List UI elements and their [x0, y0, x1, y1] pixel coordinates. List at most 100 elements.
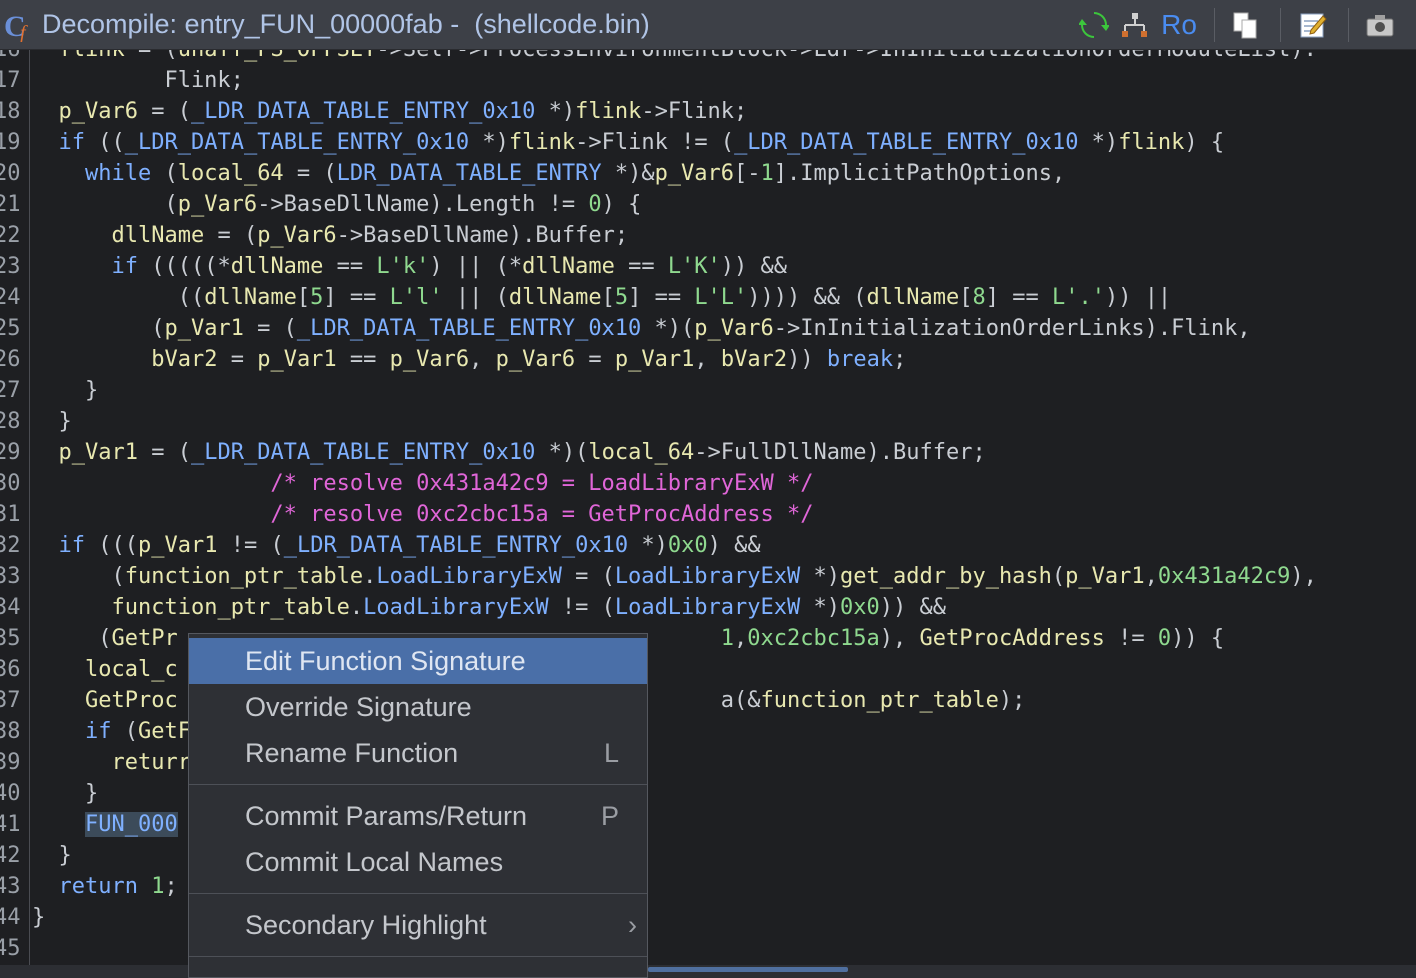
- title-bar: C f Decompile: entry_FUN_00000fab - (she…: [0, 0, 1416, 50]
- edit-icon[interactable]: [1296, 8, 1330, 42]
- code-text[interactable]: flink = (unaff_FS_OFFSET->Self->ProcessE…: [32, 50, 1317, 65]
- toolbar-separator: [1348, 8, 1349, 42]
- code-line[interactable]: 22 dllName = (p_Var6->BaseDllName).Buffe…: [0, 220, 1416, 251]
- line-number: 30: [0, 471, 21, 496]
- line-number: 35: [0, 626, 21, 651]
- menu-item-label: Rename Function: [245, 738, 459, 768]
- menu-item-edit-function-signature[interactable]: Edit Function Signature: [189, 638, 647, 684]
- code-text[interactable]: if (((((*dllName == L'k') || (*dllName =…: [32, 251, 787, 282]
- code-text[interactable]: dllName = (p_Var6->BaseDllName).Buffer;: [32, 220, 628, 251]
- code-line[interactable]: 31 /* resolve 0xc2cbc15a = GetProcAddres…: [0, 499, 1416, 530]
- line-number: 21: [0, 192, 21, 217]
- code-text[interactable]: p_Var1 = (_LDR_DATA_TABLE_ENTRY_0x10 *)(…: [32, 437, 986, 468]
- menu-shortcut-key: P: [600, 801, 619, 831]
- code-line[interactable]: 16 flink = (unaff_FS_OFFSET->Self->Proce…: [0, 50, 1416, 65]
- code-text[interactable]: }: [32, 902, 45, 933]
- code-text[interactable]: }: [32, 375, 98, 406]
- copy-icon[interactable]: [1228, 8, 1262, 42]
- code-line[interactable]: 27 }: [0, 375, 1416, 406]
- line-number: 17: [0, 68, 21, 93]
- line-number: 44: [0, 905, 21, 930]
- code-text[interactable]: FUN_000: [32, 809, 178, 840]
- code-text[interactable]: while (local_64 = (LDR_DATA_TABLE_ENTRY …: [32, 158, 1065, 189]
- line-number: 18: [0, 99, 21, 124]
- menu-item-label: Secondary Highlight: [245, 910, 487, 940]
- menu-item-label: Commit Local Names: [245, 847, 504, 877]
- code-line[interactable]: 25 (p_Var1 = (_LDR_DATA_TABLE_ENTRY_0x10…: [0, 313, 1416, 344]
- menu-item-rename-function[interactable]: Rename Function L: [189, 730, 647, 776]
- graph-icon[interactable]: [1118, 8, 1152, 42]
- code-text[interactable]: (function_ptr_table.LoadLibraryExW = (Lo…: [32, 561, 1316, 592]
- line-number: 24: [0, 285, 21, 310]
- code-line[interactable]: 26 bVar2 = p_Var1 == p_Var6, p_Var6 = p_…: [0, 344, 1416, 375]
- code-line[interactable]: 24 ((dllName[5] == L'l' || (dllName[5] =…: [0, 282, 1416, 313]
- code-line[interactable]: 32 if (((p_Var1 != (_LDR_DATA_TABLE_ENTR…: [0, 530, 1416, 561]
- code-text[interactable]: p_Var6 = (_LDR_DATA_TABLE_ENTRY_0x10 *)f…: [32, 96, 748, 127]
- line-number: 42: [0, 843, 21, 868]
- code-text[interactable]: (p_Var6->BaseDllName).Length != 0) {: [32, 189, 641, 220]
- code-text[interactable]: function_ptr_table.LoadLibraryExW != (Lo…: [32, 592, 946, 623]
- code-text[interactable]: if (GetF: [32, 716, 191, 747]
- code-line[interactable]: 21 (p_Var6->BaseDllName).Length != 0) {: [0, 189, 1416, 220]
- line-number: 33: [0, 564, 21, 589]
- code-text[interactable]: Flink;: [32, 65, 243, 96]
- code-text[interactable]: if ((_LDR_DATA_TABLE_ENTRY_0x10 *)flink-…: [32, 127, 1225, 158]
- code-line[interactable]: 23 if (((((*dllName == L'k') || (*dllNam…: [0, 251, 1416, 282]
- line-number: 28: [0, 409, 21, 434]
- code-line[interactable]: 34 function_ptr_table.LoadLibraryExW != …: [0, 592, 1416, 623]
- code-line[interactable]: 29 p_Var1 = (_LDR_DATA_TABLE_ENTRY_0x10 …: [0, 437, 1416, 468]
- code-line[interactable]: 28 }: [0, 406, 1416, 437]
- context-menu: Edit Function Signature Override Signatur…: [188, 633, 648, 978]
- menu-separator: [189, 893, 647, 894]
- scrollbar-thumb[interactable]: [648, 967, 848, 972]
- code-line[interactable]: 33 (function_ptr_table.LoadLibraryExW = …: [0, 561, 1416, 592]
- code-text[interactable]: if (((p_Var1 != (_LDR_DATA_TABLE_ENTRY_0…: [32, 530, 761, 561]
- svg-text:f: f: [20, 22, 28, 42]
- code-text[interactable]: }: [32, 778, 98, 809]
- menu-item-commit-local-names[interactable]: Commit Local Names: [189, 839, 647, 885]
- menu-shortcut-key: L: [603, 738, 619, 768]
- code-text[interactable]: (p_Var1 = (_LDR_DATA_TABLE_ENTRY_0x10 *)…: [32, 313, 1250, 344]
- line-number: 45: [0, 936, 21, 961]
- line-number: 37: [0, 688, 21, 713]
- line-number: 16: [0, 50, 27, 65]
- code-text[interactable]: }: [32, 406, 71, 437]
- line-number: 29: [0, 440, 21, 465]
- code-text[interactable]: /* resolve 0xc2cbc15a = GetProcAddress *…: [32, 499, 813, 530]
- line-number: 31: [0, 502, 21, 527]
- ro-toggle[interactable]: Ro: [1158, 8, 1200, 42]
- code-text[interactable]: returr: [32, 747, 190, 778]
- menu-separator: [189, 784, 647, 785]
- window-title: Decompile: entry_FUN_00000fab - (shellco…: [42, 9, 650, 39]
- code-line[interactable]: 20 while (local_64 = (LDR_DATA_TABLE_ENT…: [0, 158, 1416, 189]
- code-text[interactable]: bVar2 = p_Var1 == p_Var6, p_Var6 = p_Var…: [32, 344, 906, 375]
- menu-item-override-signature[interactable]: Override Signature: [189, 684, 647, 730]
- code-text[interactable]: return 1;: [32, 871, 178, 902]
- menu-item-secondary-highlight[interactable]: Secondary Highlight ›: [189, 902, 647, 948]
- menu-item-label: Override Signature: [245, 692, 472, 722]
- line-number: 43: [0, 874, 21, 899]
- code-line[interactable]: 18 p_Var6 = (_LDR_DATA_TABLE_ENTRY_0x10 …: [0, 96, 1416, 127]
- decompiler-icon: C f: [2, 8, 36, 44]
- line-number: 34: [0, 595, 21, 620]
- line-number: 40: [0, 781, 21, 806]
- line-number: 27: [0, 378, 21, 403]
- code-line[interactable]: 19 if ((_LDR_DATA_TABLE_ENTRY_0x10 *)fli…: [0, 127, 1416, 158]
- line-number: 41: [0, 812, 21, 837]
- snapshot-icon[interactable]: [1362, 8, 1398, 42]
- refresh-icon[interactable]: [1078, 8, 1110, 42]
- line-number: 32: [0, 533, 21, 558]
- code-text[interactable]: }: [32, 840, 71, 871]
- line-number: 25: [0, 316, 21, 341]
- code-text[interactable]: /* resolve 0x431a42c9 = LoadLibraryExW *…: [32, 468, 813, 499]
- line-number: 23: [0, 254, 21, 279]
- menu-item-commit-params-return[interactable]: Commit Params/Return P: [189, 793, 647, 839]
- code-line[interactable]: 30 /* resolve 0x431a42c9 = LoadLibraryEx…: [0, 468, 1416, 499]
- line-number: 26: [0, 347, 21, 372]
- code-text[interactable]: ((dllName[5] == L'l' || (dllName[5] == L…: [32, 282, 1172, 313]
- toolbar-separator: [1280, 8, 1281, 42]
- menu-item-label: Edit Function Signature: [245, 646, 526, 676]
- code-text[interactable]: local_c: [32, 654, 178, 685]
- chevron-right-icon: ›: [628, 910, 637, 940]
- code-line[interactable]: 17 Flink;: [0, 65, 1416, 96]
